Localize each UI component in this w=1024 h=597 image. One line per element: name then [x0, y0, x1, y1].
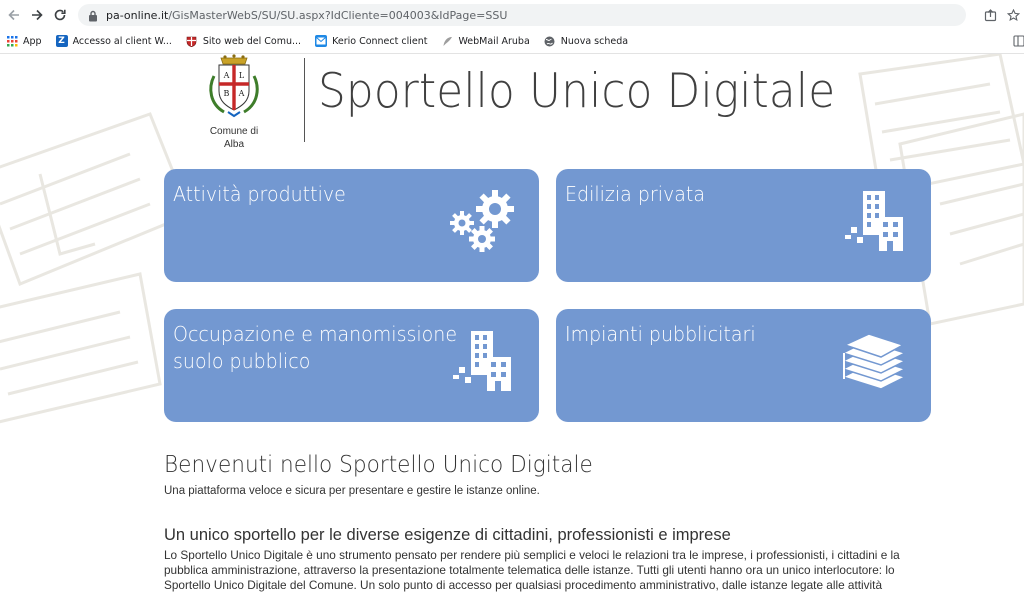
- globe-icon: [544, 35, 556, 47]
- crest-letter: L: [239, 71, 245, 80]
- kerio-icon: [315, 35, 328, 47]
- reading-list-icon[interactable]: [1010, 32, 1024, 50]
- comune-logo[interactable]: A L B A Comune di Alba: [196, 54, 272, 154]
- browser-chrome: pa-online.it/GisMasterWebS/SU/SU.aspx?Id…: [0, 0, 1024, 54]
- bookmark-nuova-scheda[interactable]: Nuova scheda: [544, 35, 628, 47]
- bookmark-app[interactable]: App: [6, 35, 42, 47]
- z-logo-icon: Z: [55, 35, 68, 47]
- section-heading: Un unico sportello per le diverse esigen…: [164, 526, 731, 544]
- address-bar[interactable]: pa-online.it/GisMasterWebS/SU/SU.aspx?Id…: [78, 4, 966, 26]
- tile-label: Attività produttive: [173, 182, 346, 206]
- reload-icon[interactable]: [50, 5, 70, 25]
- bookmark-label: Accesso al client W...: [72, 35, 172, 47]
- url-host: pa-online.it: [106, 8, 169, 22]
- back-arrow-icon[interactable]: [4, 5, 24, 25]
- bookmark-label: Kerio Connect client: [332, 35, 428, 47]
- crest-letter: A: [223, 71, 230, 80]
- bookmark-comune[interactable]: Sito web del Comu...: [186, 35, 301, 47]
- welcome-heading: Benvenuti nello Sportello Unico Digitale: [164, 452, 593, 478]
- section-paragraph: Lo Sportello Unico Digitale è uno strume…: [164, 548, 900, 592]
- tile-occupazione-suolo-pubblico[interactable]: Occupazione e manomissione suolo pubblic…: [164, 309, 539, 422]
- paper-stack-icon: [841, 333, 907, 396]
- tile-label: Edilizia privata: [565, 182, 705, 206]
- tile-label: Occupazione e manomissione suolo pubblic…: [173, 321, 457, 375]
- logo-caption-line2: Alba: [223, 139, 244, 150]
- bookmark-label: Sito web del Comu...: [202, 35, 302, 47]
- crest-letter: B: [224, 89, 230, 98]
- welcome-subtitle: Una piattaforma veloce e sicura per pres…: [164, 485, 540, 497]
- header-divider: [304, 58, 305, 142]
- bookmark-label: Nuova scheda: [560, 35, 629, 47]
- bookmark-label: WebMail Aruba: [458, 35, 530, 47]
- bookmark-webmail[interactable]: WebMail Aruba: [441, 35, 530, 47]
- url-text: pa-online.it/GisMasterWebS/SU/SU.aspx?Id…: [106, 9, 507, 22]
- page-content: A L B A Comune di Alba Sportello Unico D…: [0, 54, 1024, 597]
- bookmark-client[interactable]: Z Accesso al client W...: [55, 35, 172, 47]
- tile-label-line2: suolo pubblico: [173, 349, 311, 373]
- forward-arrow-icon[interactable]: [27, 5, 47, 25]
- buildings-icon: [845, 191, 905, 256]
- comune-crest-icon: A L B A: [209, 54, 259, 118]
- share-icon[interactable]: [981, 6, 999, 24]
- url-path: /GisMasterWebS/SU/SU.aspx?IdCliente=0040…: [168, 8, 508, 22]
- bookmark-label: App: [23, 35, 42, 47]
- apps-grid-icon: [6, 35, 18, 47]
- bookmark-kerio[interactable]: Kerio Connect client: [315, 35, 427, 47]
- logo-caption-line1: Comune di: [209, 126, 259, 137]
- tile-label: Impianti pubblicitari: [565, 322, 756, 346]
- tile-impianti-pubblicitari[interactable]: Impianti pubblicitari: [556, 309, 931, 422]
- feather-icon: [441, 35, 453, 47]
- city-crest-icon: [186, 35, 198, 47]
- star-icon[interactable]: [1004, 6, 1022, 24]
- buildings-icon: [453, 331, 513, 396]
- logo-caption: Comune di Alba: [196, 125, 272, 151]
- gears-icon: [449, 189, 517, 260]
- bookmarks-bar: App Z Accesso al client W... Sito web de…: [0, 30, 1024, 52]
- crest-letter: A: [238, 89, 245, 98]
- site-title: Sportello Unico Digitale: [318, 64, 836, 119]
- tile-attivita-produttive[interactable]: Attività produttive: [164, 169, 539, 282]
- lock-icon: [88, 9, 98, 22]
- tile-label-line1: Occupazione e manomissione: [173, 322, 458, 346]
- tile-edilizia-privata[interactable]: Edilizia privata: [556, 169, 931, 282]
